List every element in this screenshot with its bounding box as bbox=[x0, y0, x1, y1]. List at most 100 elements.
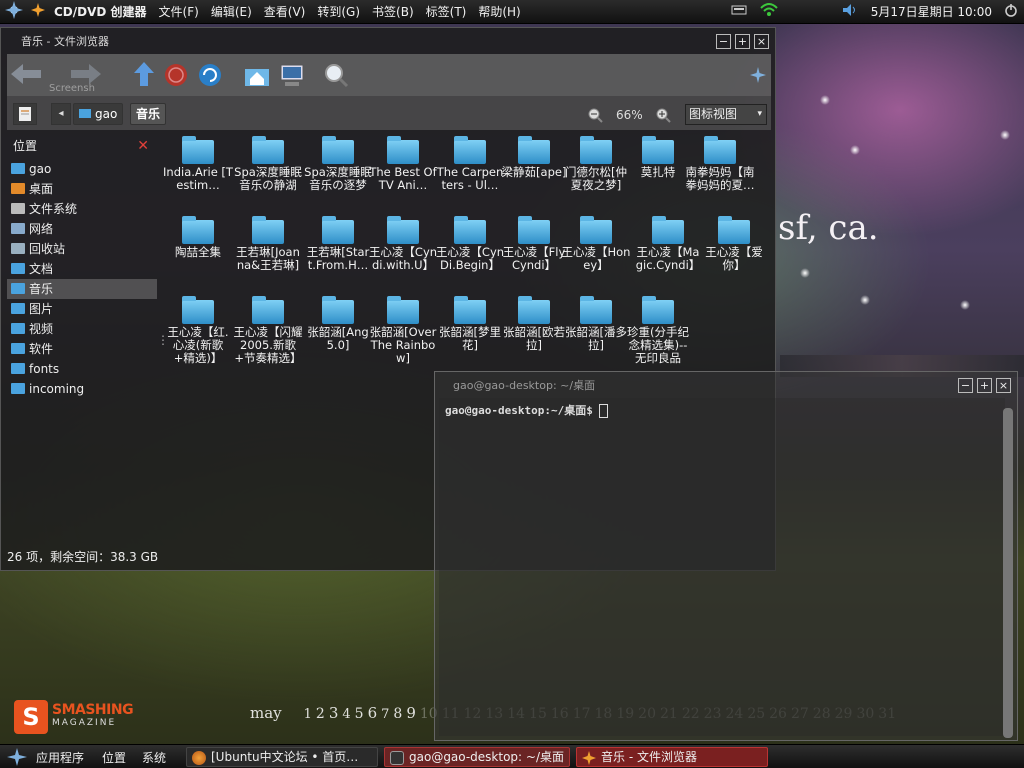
cddvd-creator-title[interactable]: CD/DVD 创建器 bbox=[48, 3, 153, 20]
folder-icon bbox=[652, 216, 684, 244]
folder-item[interactable]: 张韶涵[Ang 5.0] bbox=[303, 296, 373, 352]
search-icon[interactable] bbox=[323, 62, 349, 91]
menu-edit[interactable]: 编辑(E) bbox=[205, 3, 258, 20]
folder-item[interactable]: Spa深度睡眠音乐の静湖 bbox=[233, 136, 303, 192]
home-icon[interactable] bbox=[244, 63, 270, 90]
path-home-button[interactable]: gao bbox=[73, 103, 124, 125]
folder-item[interactable]: 王心凌【爱你】 bbox=[699, 216, 769, 272]
folder-item[interactable]: 张韶涵[欧若拉] bbox=[499, 296, 569, 352]
reload-icon[interactable] bbox=[198, 63, 222, 90]
terminal-content[interactable]: gao@gao-desktop:~/桌面$ bbox=[439, 398, 1005, 736]
maximize-button[interactable]: + bbox=[735, 33, 750, 49]
folder-label: Spa深度睡眠音乐の逐梦 bbox=[304, 165, 372, 192]
folder-item[interactable]: 莫扎特 bbox=[623, 136, 693, 179]
sidebar-item[interactable]: 文档 bbox=[7, 259, 157, 279]
folder-item[interactable]: 张韶涵[潘多拉] bbox=[561, 296, 631, 352]
sidebar-item[interactable]: 图片 bbox=[7, 299, 157, 319]
menu-file[interactable]: 文件(F) bbox=[153, 3, 205, 20]
zoom-out-icon[interactable] bbox=[587, 107, 603, 126]
folder-item[interactable]: 王心凌【Magic.Cyndi】 bbox=[633, 216, 703, 272]
sidebar-item[interactable]: fonts bbox=[7, 359, 157, 379]
stop-icon[interactable] bbox=[164, 63, 188, 90]
menu-view[interactable]: 查看(V) bbox=[258, 3, 312, 20]
minimize-button[interactable]: − bbox=[958, 377, 973, 393]
menu-applications[interactable]: 应用程序 bbox=[36, 749, 84, 766]
maximize-button[interactable]: + bbox=[977, 377, 992, 393]
folder-item[interactable]: 珍重(分手纪念精选集)--无印良品 bbox=[623, 296, 693, 365]
ubuntu-logo-icon[interactable] bbox=[6, 747, 28, 768]
up-arrow-icon[interactable] bbox=[133, 61, 155, 90]
path-current-button[interactable]: 音乐 bbox=[130, 103, 167, 125]
taskbar-file-browser-label: 音乐 - 文件浏览器 bbox=[601, 750, 697, 764]
sidebar-item[interactable]: 文件系统 bbox=[7, 199, 157, 219]
terminal-icon bbox=[390, 751, 404, 765]
clock[interactable]: 5月17日星期日 10:00 bbox=[865, 3, 998, 20]
folder-item[interactable]: 王心凌【Fly Cyndi】 bbox=[499, 216, 569, 272]
taskbar-firefox[interactable]: [Ubuntu中文论坛 • 首页… bbox=[186, 747, 378, 767]
folder-item[interactable]: 张韶涵[梦里花] bbox=[435, 296, 505, 352]
folder-item[interactable]: Spa深度睡眠音乐の逐梦 bbox=[303, 136, 373, 192]
folder-icon bbox=[580, 296, 612, 324]
power-icon[interactable] bbox=[998, 3, 1024, 20]
folder-item[interactable]: The Carpenters - Ul… bbox=[435, 136, 505, 192]
terminal-titlebar[interactable]: gao@gao-desktop: ~/桌面 − + × bbox=[435, 372, 1017, 398]
wifi-icon[interactable] bbox=[753, 2, 785, 21]
path-left-arrow[interactable]: ◂ bbox=[51, 103, 71, 125]
taskbar-terminal[interactable]: gao@gao-desktop: ~/桌面 bbox=[384, 747, 570, 767]
menu-system[interactable]: 系统 bbox=[142, 749, 166, 766]
folder-icon bbox=[252, 136, 284, 164]
close-sidebar-icon[interactable]: ✕ bbox=[137, 136, 149, 156]
close-button[interactable]: × bbox=[754, 33, 769, 49]
folder-item[interactable]: 王心凌【Cyndi.with.U】 bbox=[368, 216, 438, 272]
folder-item[interactable]: 陶喆全集 bbox=[163, 216, 233, 259]
sidebar-item[interactable]: 回收站 bbox=[7, 239, 157, 259]
sidebar-item-label: 文档 bbox=[29, 262, 54, 276]
keyboard-icon[interactable] bbox=[725, 4, 753, 19]
sidebar-item[interactable]: 桌面 bbox=[7, 179, 157, 199]
folder-item[interactable]: 王若琳[Start.From.H… bbox=[303, 216, 373, 272]
back-arrow-icon[interactable] bbox=[9, 61, 43, 90]
folder-icon bbox=[11, 323, 25, 334]
terminal-scrollbar[interactable] bbox=[1003, 408, 1013, 738]
menu-go[interactable]: 转到(G) bbox=[311, 3, 366, 20]
sidebar-item[interactable]: 音乐 bbox=[7, 279, 157, 299]
folder-icon bbox=[454, 216, 486, 244]
calendar-day: 9 bbox=[406, 704, 416, 722]
home-folder-icon bbox=[79, 109, 91, 118]
taskbar-file-browser[interactable]: 音乐 - 文件浏览器 bbox=[576, 747, 768, 767]
folder-item[interactable]: 王心凌【CynDi.Begin】 bbox=[435, 216, 505, 272]
sidebar-item[interactable]: 软件 bbox=[7, 339, 157, 359]
zoom-level[interactable]: 66% bbox=[616, 108, 643, 122]
sidebar-item[interactable]: 网络 bbox=[7, 219, 157, 239]
volume-icon[interactable] bbox=[835, 3, 865, 20]
folder-item[interactable]: 门德尔松[仲夏夜之梦] bbox=[561, 136, 631, 192]
folder-label: 王心凌【CynDi.Begin】 bbox=[435, 245, 505, 272]
computer-icon[interactable] bbox=[279, 63, 305, 90]
menu-tabs[interactable]: 标签(T) bbox=[420, 3, 473, 20]
folder-icon bbox=[454, 296, 486, 324]
folder-item[interactable]: 南拳妈妈【南拳妈妈的夏… bbox=[685, 136, 755, 192]
zoom-in-icon[interactable] bbox=[655, 107, 671, 126]
menu-help[interactable]: 帮助(H) bbox=[472, 3, 526, 20]
sidebar-item[interactable]: 视频 bbox=[7, 319, 157, 339]
sidebar-item[interactable]: incoming bbox=[7, 379, 157, 399]
folder-item[interactable]: 王心凌【红.心凌(新歌+精选)】 bbox=[163, 296, 233, 365]
file-browser-titlebar[interactable]: 音乐 - 文件浏览器 − + × bbox=[1, 28, 775, 54]
toggle-location-icon[interactable] bbox=[13, 103, 37, 125]
folder-item[interactable]: The Best Of TV Ani… bbox=[368, 136, 438, 192]
home-folder-icon bbox=[11, 163, 25, 174]
ubuntu-menu-icon[interactable] bbox=[0, 0, 28, 23]
menu-places[interactable]: 位置 bbox=[102, 749, 126, 766]
folder-item[interactable]: India.Arie [Testim… bbox=[163, 136, 233, 192]
view-mode-select[interactable]: 图标视图 ▾ bbox=[685, 104, 767, 125]
folder-item[interactable]: 梁静茹[ape] bbox=[499, 136, 569, 179]
folder-item[interactable]: 王心凌【闪耀2005.新歌+节奏精选】 bbox=[233, 296, 303, 365]
sidebar-item[interactable]: gao bbox=[7, 159, 157, 179]
folder-item[interactable]: 王心凌【Honey】 bbox=[561, 216, 631, 272]
folder-item[interactable]: 王若琳[Joanna&王若琳] bbox=[233, 216, 303, 272]
close-button[interactable]: × bbox=[996, 377, 1011, 393]
menu-bookmarks[interactable]: 书签(B) bbox=[366, 3, 420, 20]
minimize-button[interactable]: − bbox=[716, 33, 731, 49]
app-star-icon[interactable] bbox=[28, 2, 48, 21]
folder-item[interactable]: 张韶涵[Over The Rainbow] bbox=[368, 296, 438, 365]
